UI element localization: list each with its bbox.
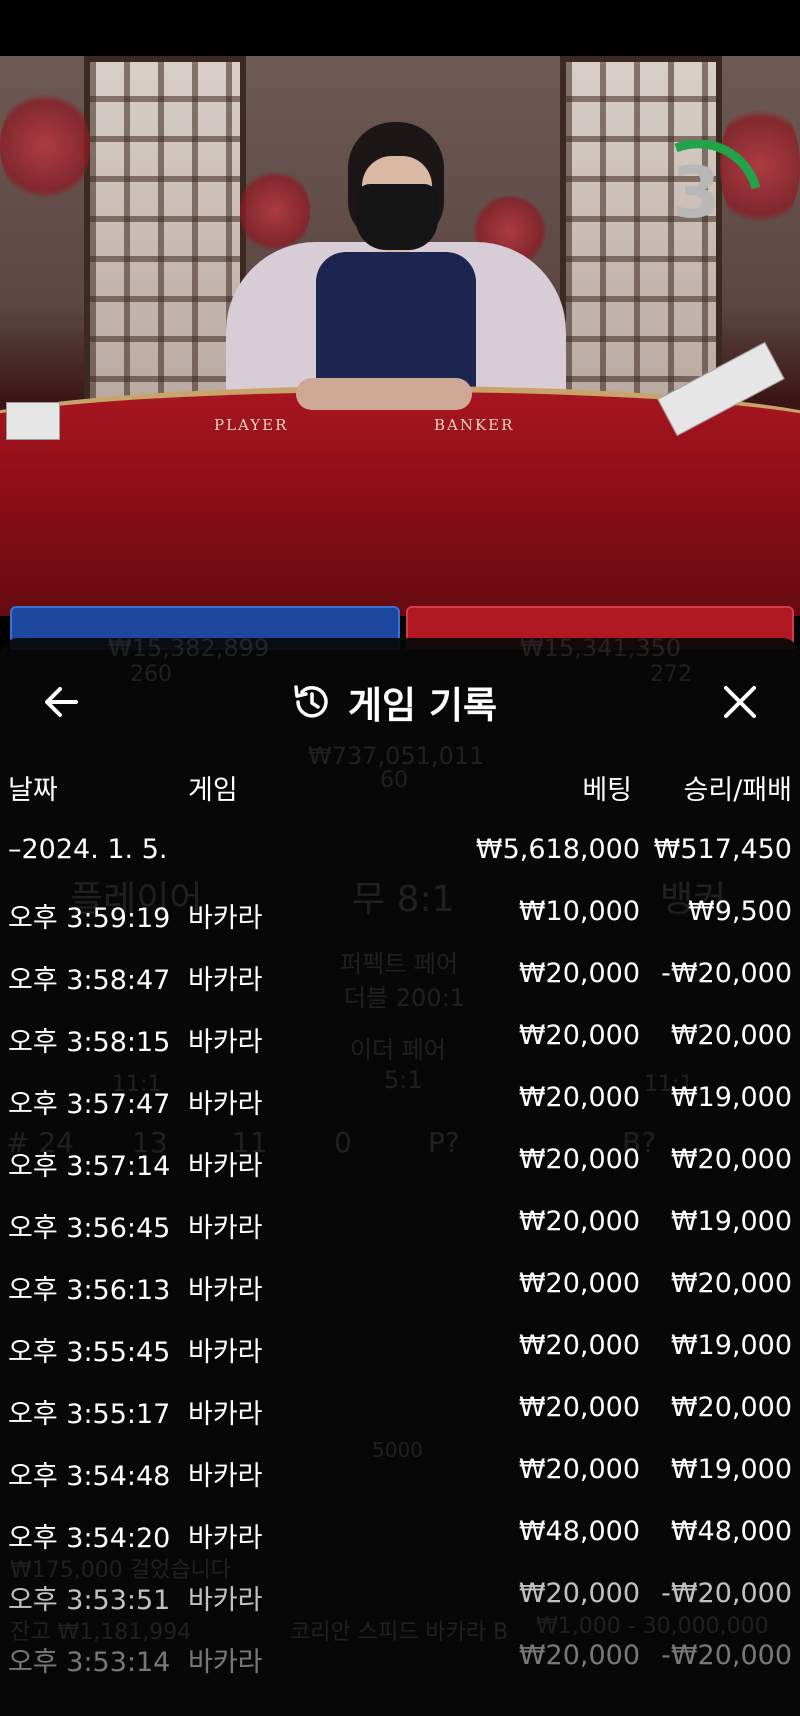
row-time: 오후 3:58:15 [8, 1027, 171, 1058]
history-row[interactable]: 오후 3:53:14 바카라 ₩20,000 -₩20,000 [0, 1632, 800, 1682]
row-result: -₩20,000 [661, 1640, 792, 1671]
row-bet: ₩48,000 [518, 1516, 640, 1547]
blossom-decoration [0, 86, 90, 206]
row-time: 오후 3:53:51 [8, 1585, 171, 1616]
panel-title: 게임 기록 [348, 684, 498, 727]
row-result: ₩19,000 [670, 1082, 792, 1113]
history-row[interactable]: 오후 3:56:13 바카라 ₩20,000 ₩20,000 [0, 1260, 800, 1310]
row-time: 오후 3:56:13 [8, 1275, 171, 1306]
row-game: 바카라 [188, 903, 263, 934]
row-result: ₩20,000 [670, 1144, 792, 1175]
game-history-panel: ₩15,382,899 260 ₩15,341,350 272 ₩737,051… [0, 634, 800, 1716]
row-bet: ₩20,000 [518, 1392, 640, 1423]
row-game: 바카라 [188, 1647, 263, 1678]
history-row[interactable]: 오후 3:58:15 바카라 ₩20,000 ₩20,000 [0, 1012, 800, 1062]
panel-header: 게임 기록 [0, 672, 800, 732]
row-time: 오후 3:53:14 [8, 1647, 171, 1678]
close-icon[interactable] [714, 676, 766, 728]
left-folding-screen [84, 56, 246, 428]
history-row[interactable]: 오후 3:57:14 바카라 ₩20,000 ₩20,000 [0, 1136, 800, 1186]
row-time: 오후 3:55:17 [8, 1399, 171, 1430]
row-result: ₩19,000 [670, 1206, 792, 1237]
history-date-summary-row[interactable]: –2024. 1. 5. ₩5,618,000 ₩517,450 [0, 826, 800, 876]
row-bet: ₩20,000 [518, 1206, 640, 1237]
row-game: 바카라 [188, 1461, 263, 1492]
row-bet: ₩10,000 [518, 896, 640, 927]
row-game: 바카라 [188, 1399, 263, 1430]
history-row[interactable]: 오후 3:55:17 바카라 ₩20,000 ₩20,000 [0, 1384, 800, 1434]
row-bet: ₩20,000 [518, 1330, 640, 1361]
row-time: 오후 3:54:48 [8, 1461, 171, 1492]
history-icon [294, 685, 328, 718]
history-row[interactable]: 오후 3:54:20 바카라 ₩48,000 ₩48,000 [0, 1508, 800, 1558]
row-result: ₩19,000 [670, 1454, 792, 1485]
row-bet: ₩20,000 [518, 1268, 640, 1299]
summary-date: –2024. 1. 5. [8, 834, 168, 865]
summary-result-total: ₩517,450 [653, 834, 792, 865]
row-bet: ₩20,000 [518, 1144, 640, 1175]
row-game: 바카라 [188, 1213, 263, 1244]
felt-banker-label: BANKER [434, 416, 515, 434]
column-game: 게임 [188, 775, 238, 806]
row-bet: ₩20,000 [518, 1082, 640, 1113]
ghost-left-amount: ₩15,382,899 [108, 634, 270, 662]
history-column-headers: 날짜 게임 베팅 승리/패배 [0, 768, 800, 808]
row-result: ₩20,000 [670, 1020, 792, 1051]
row-bet: ₩20,000 [518, 1578, 640, 1609]
row-game: 바카라 [188, 1523, 263, 1554]
row-result: -₩20,000 [661, 958, 792, 989]
column-bet: 베팅 [582, 775, 632, 806]
card-discard-tray [6, 402, 60, 440]
row-game: 바카라 [188, 1337, 263, 1368]
row-time: 오후 3:59:19 [8, 903, 171, 934]
column-date: 날짜 [8, 775, 58, 806]
summary-bet-total: ₩5,618,000 [475, 834, 640, 865]
row-bet: ₩20,000 [518, 1640, 640, 1671]
history-row[interactable]: 오후 3:55:45 바카라 ₩20,000 ₩19,000 [0, 1322, 800, 1372]
row-time: 오후 3:57:14 [8, 1151, 171, 1182]
row-game: 바카라 [188, 1089, 263, 1120]
row-result: ₩9,500 [688, 896, 792, 927]
dealer-mask [356, 184, 438, 250]
row-time: 오후 3:55:45 [8, 1337, 171, 1368]
history-row[interactable]: 오후 3:53:51 바카라 ₩20,000 -₩20,000 [0, 1570, 800, 1620]
history-row[interactable]: 오후 3:54:48 바카라 ₩20,000 ₩19,000 [0, 1446, 800, 1496]
right-folding-screen [560, 56, 722, 428]
history-row[interactable]: 오후 3:58:47 바카라 ₩20,000 -₩20,000 [0, 950, 800, 1000]
row-result: ₩20,000 [670, 1268, 792, 1299]
row-bet: ₩20,000 [518, 1454, 640, 1485]
row-result: ₩48,000 [670, 1516, 792, 1547]
column-result: 승리/패배 [683, 775, 792, 806]
row-result: -₩20,000 [661, 1578, 792, 1609]
history-row[interactable]: 오후 3:56:45 바카라 ₩20,000 ₩19,000 [0, 1198, 800, 1248]
row-time: 오후 3:56:45 [8, 1213, 171, 1244]
row-game: 바카라 [188, 1585, 263, 1616]
row-game: 바카라 [188, 1275, 263, 1306]
felt-player-label: PLAYER [214, 416, 289, 434]
history-row[interactable]: 오후 3:57:47 바카라 ₩20,000 ₩19,000 [0, 1074, 800, 1124]
history-row[interactable]: 오후 3:59:19 바카라 ₩10,000 ₩9,500 [0, 888, 800, 938]
panel-title-group: 게임 기록 [290, 678, 498, 727]
row-time: 오후 3:58:47 [8, 965, 171, 996]
row-bet: ₩20,000 [518, 1020, 640, 1051]
row-game: 바카라 [188, 1027, 263, 1058]
row-game: 바카라 [188, 965, 263, 996]
dealer-hands [296, 378, 472, 410]
row-time: 오후 3:57:47 [8, 1089, 171, 1120]
ghost-right-amount: ₩15,341,350 [520, 634, 682, 662]
row-result: ₩19,000 [670, 1330, 792, 1361]
back-arrow-icon[interactable] [36, 676, 88, 728]
row-bet: ₩20,000 [518, 958, 640, 989]
countdown-number: 3 [671, 152, 721, 234]
live-video-stream: PLAYER BANKER 3 [0, 56, 800, 616]
row-game: 바카라 [188, 1151, 263, 1182]
row-time: 오후 3:54:20 [8, 1523, 171, 1554]
ghost-center-amount: ₩737,051,011 [308, 742, 485, 770]
row-result: ₩20,000 [670, 1392, 792, 1423]
